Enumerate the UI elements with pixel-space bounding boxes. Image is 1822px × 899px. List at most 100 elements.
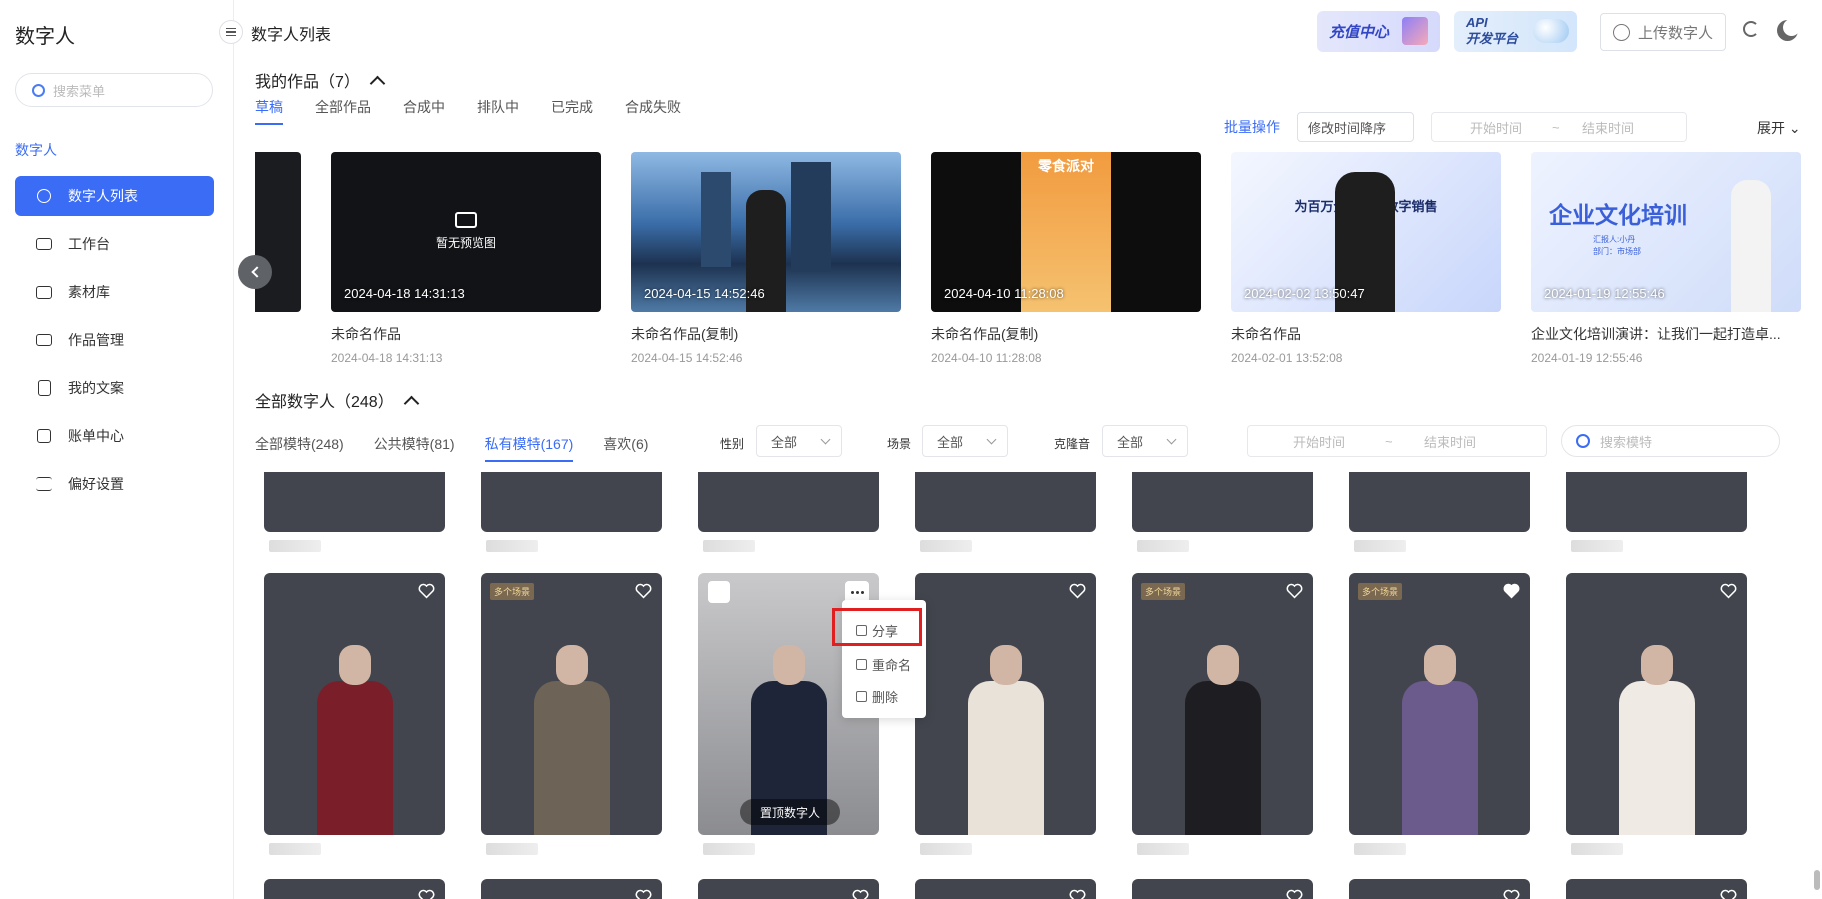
poster-subtitle-2: 部门：市场部 xyxy=(1593,247,1641,256)
models-date-range[interactable]: 开始时间 ~ 结束时间 xyxy=(1247,425,1547,457)
model-card[interactable] xyxy=(1349,879,1530,899)
recharge-center-button[interactable]: 充值中心 xyxy=(1317,11,1440,52)
chevron-up-icon[interactable] xyxy=(369,75,386,91)
heart-icon[interactable] xyxy=(1069,583,1086,599)
model-name-blurred xyxy=(1571,540,1623,552)
heart-icon[interactable] xyxy=(418,889,435,899)
refresh-icon[interactable] xyxy=(1743,21,1759,37)
poster-title: 零食派对 xyxy=(1038,158,1094,174)
model-card[interactable] xyxy=(264,573,445,835)
heart-icon[interactable] xyxy=(1069,889,1086,899)
model-card[interactable]: 多个场景 xyxy=(1132,573,1313,835)
heart-icon[interactable] xyxy=(1286,583,1303,599)
model-card[interactable] xyxy=(1132,472,1313,532)
rename-menu-item[interactable]: 重命名 xyxy=(856,655,911,674)
work-card[interactable]: 为百万企业提供数字销售 2024-02-02 13:50:47 未命名作品 20… xyxy=(1231,152,1501,365)
partial-work-card[interactable] xyxy=(255,152,301,312)
sidebar-item-materials[interactable]: 素材库 xyxy=(15,272,214,312)
chevron-up-icon[interactable] xyxy=(403,395,419,411)
sliders-icon xyxy=(35,475,53,493)
menu-search-input[interactable]: 搜索菜单 xyxy=(15,73,213,107)
gift-icon xyxy=(1402,17,1428,45)
tab-draft[interactable]: 草稿 xyxy=(255,97,283,125)
model-card[interactable] xyxy=(1349,472,1530,532)
scene-select[interactable]: 全部 xyxy=(922,425,1008,457)
chevron-left-icon xyxy=(250,266,263,278)
tab-completed[interactable]: 已完成 xyxy=(551,97,593,123)
heart-icon[interactable] xyxy=(1503,583,1520,599)
pin-top-button[interactable]: 置顶数字人 xyxy=(740,799,840,825)
model-card[interactable] xyxy=(698,472,879,532)
dark-mode-icon[interactable] xyxy=(1783,19,1800,36)
work-card[interactable]: 2024-04-15 14:52:46 未命名作品(复制) 2024-04-15… xyxy=(631,152,901,365)
sidebar-item-preferences[interactable]: 偏好设置 xyxy=(15,464,214,504)
model-card[interactable] xyxy=(915,472,1096,532)
work-thumbnail[interactable]: 暂无预览图 2024-04-18 14:31:13 xyxy=(331,152,601,312)
work-thumbnail[interactable]: 为百万企业提供数字销售 2024-02-02 13:50:47 xyxy=(1231,152,1501,312)
tab-all-works[interactable]: 全部作品 xyxy=(315,97,371,123)
voice-clone-select[interactable]: 全部 xyxy=(1102,425,1188,457)
model-card[interactable]: 多个场景 xyxy=(1349,573,1530,835)
works-section-header[interactable]: 我的作品（7） xyxy=(255,68,386,92)
sidebar-item-workbench[interactable]: 工作台 xyxy=(15,224,214,264)
model-figure xyxy=(1609,645,1705,835)
works-date-range[interactable]: 开始时间 ~ 结束时间 xyxy=(1431,112,1687,142)
heart-icon[interactable] xyxy=(1720,583,1737,599)
tab-synthesizing[interactable]: 合成中 xyxy=(403,97,445,123)
expand-button[interactable]: 展开 ⌄ xyxy=(1757,118,1801,138)
folder-icon xyxy=(35,283,53,301)
upload-digital-human-button[interactable]: 上传数字人 xyxy=(1600,13,1726,51)
work-thumbnail[interactable]: 2024-04-15 14:52:46 xyxy=(631,152,901,312)
upload-label: 上传数字人 xyxy=(1637,24,1713,42)
model-card[interactable] xyxy=(1566,879,1747,899)
work-card[interactable]: 企业文化培训 汇报人:小丹 部门：市场部 2024-01-19 12:55:46… xyxy=(1531,152,1801,365)
heart-icon[interactable] xyxy=(852,889,869,899)
sidebar-item-billing[interactable]: 账单中心 xyxy=(15,416,214,456)
work-name: 未命名作品 xyxy=(331,326,401,342)
carousel-prev-button[interactable] xyxy=(238,255,272,289)
sidebar-item-works[interactable]: 作品管理 xyxy=(15,320,214,360)
gender-select[interactable]: 全部 xyxy=(756,425,842,457)
model-card[interactable] xyxy=(264,879,445,899)
model-card[interactable] xyxy=(1566,472,1747,532)
sidebar-item-label: 数字人列表 xyxy=(68,188,138,204)
heart-icon[interactable] xyxy=(1720,889,1737,899)
model-card[interactable] xyxy=(481,879,662,899)
model-card[interactable] xyxy=(1132,879,1313,899)
work-date: 2024-04-15 14:52:46 xyxy=(631,351,743,365)
tab-failed[interactable]: 合成失败 xyxy=(625,97,681,123)
sidebar-item-digital-human-list[interactable]: 数字人列表 xyxy=(15,176,214,216)
scrollbar[interactable] xyxy=(1814,870,1820,890)
delete-menu-item[interactable]: 删除 xyxy=(856,687,898,706)
model-card[interactable]: 多个场景 xyxy=(481,573,662,835)
model-card[interactable] xyxy=(915,879,1096,899)
works-carousel: 暂无预览图 2024-04-18 14:31:13 未命名作品 2024-04-… xyxy=(238,152,1822,365)
batch-operation-link[interactable]: 批量操作 xyxy=(1224,117,1280,137)
heart-icon[interactable] xyxy=(1503,889,1520,899)
heart-icon[interactable] xyxy=(1286,889,1303,899)
work-thumbnail[interactable]: 企业文化培训 汇报人:小丹 部门：市场部 2024-01-19 12:55:46 xyxy=(1531,152,1801,312)
tab-queued[interactable]: 排队中 xyxy=(477,97,519,123)
humans-section-header[interactable]: 全部数字人（248） xyxy=(255,388,419,412)
api-platform-button[interactable]: API 开发平台 xyxy=(1454,11,1577,52)
work-card[interactable]: 暂无预览图 2024-04-18 14:31:13 未命名作品 2024-04-… xyxy=(331,152,601,365)
humans-heading: 全部数字人（248） xyxy=(255,394,394,411)
heart-icon[interactable] xyxy=(418,583,435,599)
model-figure xyxy=(524,645,620,835)
share-icon[interactable] xyxy=(708,581,730,603)
model-card[interactable] xyxy=(698,879,879,899)
sidebar-item-copywriting[interactable]: 我的文案 xyxy=(15,368,214,408)
model-card[interactable] xyxy=(1566,573,1747,835)
model-card[interactable] xyxy=(481,472,662,532)
sort-select[interactable]: 修改时间降序 xyxy=(1297,112,1414,142)
start-time-placeholder: 开始时间 xyxy=(1293,434,1346,450)
heart-icon[interactable] xyxy=(635,583,652,599)
menu-search-placeholder: 搜索菜单 xyxy=(53,83,106,99)
work-thumbnail[interactable]: 零食派对 2024-04-10 11:28:08 xyxy=(931,152,1201,312)
work-card[interactable]: 零食派对 2024-04-10 11:28:08 未命名作品(复制) 2024-… xyxy=(931,152,1201,365)
heart-icon[interactable] xyxy=(635,889,652,899)
model-card[interactable] xyxy=(264,472,445,532)
monitor-icon xyxy=(35,235,53,253)
model-search-input[interactable]: 搜索模特 xyxy=(1561,425,1780,457)
model-card[interactable] xyxy=(915,573,1096,835)
